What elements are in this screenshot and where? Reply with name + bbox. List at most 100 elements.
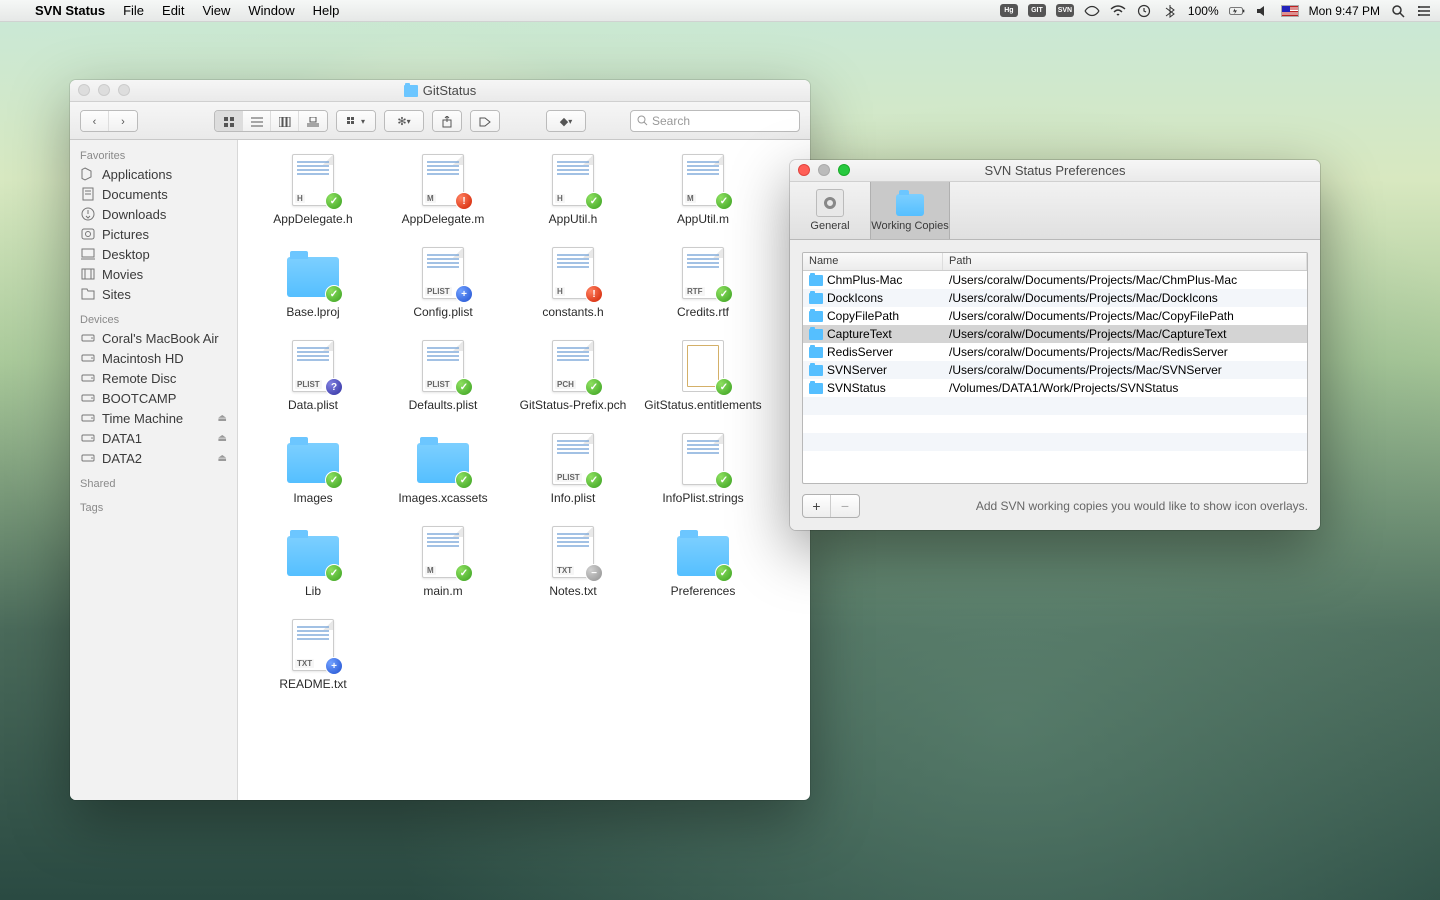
minimize-button[interactable] — [818, 164, 830, 176]
file-item[interactable]: H!constants.h — [508, 245, 638, 320]
menu-file[interactable]: File — [114, 3, 153, 18]
sidebar-item-data2[interactable]: DATA2 ⏏ — [70, 448, 237, 468]
finder-content[interactable]: H✓AppDelegate.hM!AppDelegate.mH✓AppUtil.… — [238, 140, 810, 800]
file-item[interactable]: ✓Images — [248, 431, 378, 506]
file-item[interactable]: ✓Images.xcassets — [378, 431, 508, 506]
sidebar-item-movies[interactable]: Movies — [70, 264, 237, 284]
sidebar-item-pictures[interactable]: Pictures — [70, 224, 237, 244]
file-item[interactable]: M!AppDelegate.m — [378, 152, 508, 227]
coverflow-view-button[interactable] — [299, 111, 327, 132]
spotlight-icon[interactable] — [1390, 3, 1406, 19]
file-label: Credits.rtf — [677, 305, 729, 320]
sidebar-item-bootcamp[interactable]: BOOTCAMP — [70, 388, 237, 408]
file-item[interactable]: ✓Preferences — [638, 524, 768, 599]
sidebar-item-macintosh-hd[interactable]: Macintosh HD — [70, 348, 237, 368]
icon-view-button[interactable] — [215, 111, 243, 132]
file-item[interactable]: ✓Lib — [248, 524, 378, 599]
file-item[interactable]: PLIST✓Defaults.plist — [378, 338, 508, 413]
file-item[interactable]: RTF✓Credits.rtf — [638, 245, 768, 320]
status-badge-icon: ✓ — [455, 378, 473, 396]
table-row[interactable]: SVNStatus/Volumes/DATA1/Work/Projects/SV… — [803, 379, 1307, 397]
sidebar-item-label: Documents — [102, 187, 168, 202]
file-item[interactable]: PLIST+Config.plist — [378, 245, 508, 320]
file-item[interactable]: PCH✓GitStatus-Prefix.pch — [508, 338, 638, 413]
file-item[interactable]: M✓main.m — [378, 524, 508, 599]
tab-general[interactable]: General — [790, 182, 870, 239]
table-row[interactable]: RedisServer/Users/coralw/Documents/Proje… — [803, 343, 1307, 361]
forward-button[interactable]: › — [109, 111, 137, 132]
finder-sidebar: Favorites ApplicationsDocumentsDownloads… — [70, 140, 238, 800]
remove-button[interactable]: − — [831, 495, 859, 517]
sidebar-item-label: Coral's MacBook Air — [102, 331, 219, 346]
time-machine-icon[interactable] — [1136, 3, 1152, 19]
status-hg-icon[interactable]: Hg — [1000, 4, 1018, 17]
file-item[interactable]: M✓AppUtil.m — [638, 152, 768, 227]
file-item[interactable]: H✓AppDelegate.h — [248, 152, 378, 227]
menu-view[interactable]: View — [193, 3, 239, 18]
file-item[interactable]: ✓GitStatus.entitlements — [638, 338, 768, 413]
input-source-icon[interactable] — [1281, 5, 1299, 17]
sidebar-item-label: DATA2 — [102, 451, 142, 466]
sidebar-item-applications[interactable]: Applications — [70, 164, 237, 184]
sidebar-item-coral-s-macbook-air[interactable]: Coral's MacBook Air — [70, 328, 237, 348]
sidebar-item-desktop[interactable]: Desktop — [70, 244, 237, 264]
file-item[interactable]: PLIST✓Info.plist — [508, 431, 638, 506]
sidebar-item-downloads[interactable]: Downloads — [70, 204, 237, 224]
volume-icon[interactable] — [1255, 3, 1271, 19]
status-svn-icon[interactable]: SVN — [1056, 4, 1074, 17]
back-button[interactable]: ‹ — [81, 111, 109, 132]
minimize-button[interactable] — [98, 84, 110, 96]
status-git-icon[interactable]: GIT — [1028, 4, 1046, 17]
table-row[interactable]: ChmPlus-Mac/Users/coralw/Documents/Proje… — [803, 271, 1307, 289]
wifi-icon[interactable] — [1110, 3, 1126, 19]
menu-help[interactable]: Help — [304, 3, 349, 18]
file-item[interactable]: TXT+README.txt — [248, 617, 378, 692]
finder-titlebar[interactable]: GitStatus — [70, 80, 810, 102]
file-item[interactable]: H✓AppUtil.h — [508, 152, 638, 227]
close-button[interactable] — [798, 164, 810, 176]
file-item[interactable]: TXT−Notes.txt — [508, 524, 638, 599]
eject-icon[interactable]: ⏏ — [218, 413, 227, 424]
sidebar-item-documents[interactable]: Documents — [70, 184, 237, 204]
close-button[interactable] — [78, 84, 90, 96]
bluetooth-icon[interactable] — [1162, 3, 1178, 19]
column-path[interactable]: Path — [943, 253, 1307, 270]
clock[interactable]: Mon 9:47 PM — [1309, 4, 1380, 18]
file-item[interactable]: ✓InfoPlist.strings — [638, 431, 768, 506]
action-button[interactable]: ✻ ▾ — [385, 111, 423, 132]
menu-window[interactable]: Window — [239, 3, 303, 18]
notification-center-icon[interactable] — [1416, 3, 1432, 19]
zoom-button[interactable] — [118, 84, 130, 96]
general-icon — [816, 189, 844, 217]
battery-icon[interactable] — [1229, 3, 1245, 19]
dropbox-button[interactable]: ◆ ▾ — [547, 111, 585, 132]
list-view-button[interactable] — [243, 111, 271, 132]
prefs-hint: Add SVN working copies you would like to… — [976, 499, 1308, 513]
prefs-titlebar[interactable]: SVN Status Preferences — [790, 160, 1320, 182]
table-row[interactable]: SVNServer/Users/coralw/Documents/Project… — [803, 361, 1307, 379]
sidebar-item-label: Movies — [102, 267, 143, 282]
search-field[interactable]: Search — [630, 110, 800, 132]
sidebar-item-time-machine[interactable]: Time Machine⏏ — [70, 408, 237, 428]
tab-working-copies[interactable]: Working Copies — [870, 182, 950, 239]
status-sync-icon[interactable] — [1084, 3, 1100, 19]
column-view-button[interactable] — [271, 111, 299, 132]
menu-edit[interactable]: Edit — [153, 3, 193, 18]
column-name[interactable]: Name — [803, 253, 943, 270]
share-button[interactable] — [433, 111, 461, 132]
sidebar-item-remote-disc[interactable]: Remote Disc — [70, 368, 237, 388]
arrange-button[interactable]: ▾ — [337, 111, 375, 132]
sidebar-item-sites[interactable]: Sites — [70, 284, 237, 304]
eject-icon[interactable]: ⏏ — [218, 453, 227, 464]
eject-icon[interactable]: ⏏ — [218, 433, 227, 444]
zoom-button[interactable] — [838, 164, 850, 176]
app-name-menu[interactable]: SVN Status — [26, 3, 114, 18]
table-row[interactable]: CaptureText/Users/coralw/Documents/Proje… — [803, 325, 1307, 343]
table-row[interactable]: DockIcons/Users/coralw/Documents/Project… — [803, 289, 1307, 307]
add-button[interactable]: + — [803, 495, 831, 517]
sidebar-item-data1[interactable]: DATA1⏏ — [70, 428, 237, 448]
file-item[interactable]: PLIST?Data.plist — [248, 338, 378, 413]
file-item[interactable]: ✓Base.lproj — [248, 245, 378, 320]
tags-button[interactable] — [471, 111, 499, 132]
table-row[interactable]: CopyFilePath/Users/coralw/Documents/Proj… — [803, 307, 1307, 325]
